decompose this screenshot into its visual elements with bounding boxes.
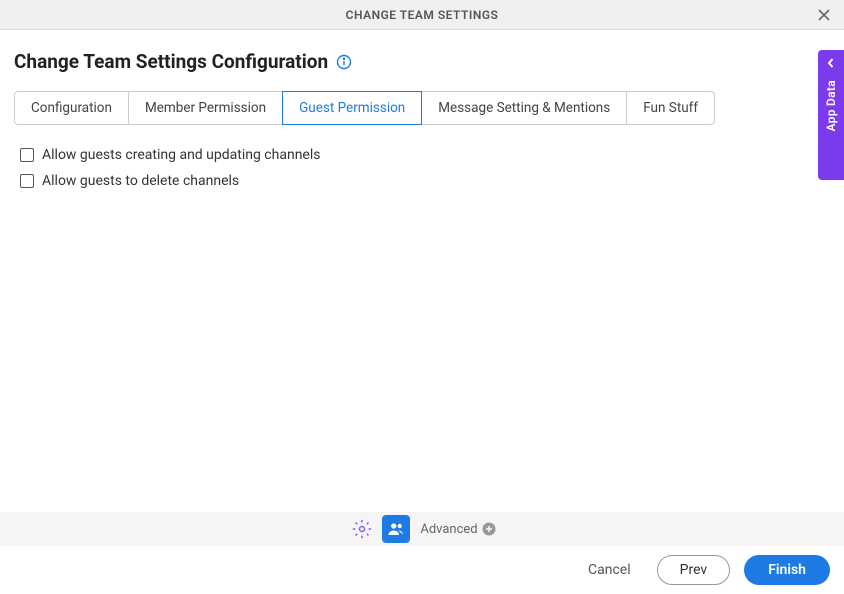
- tab-list: Configuration Member Permission Guest Pe…: [14, 91, 830, 125]
- tab-message-setting[interactable]: Message Setting & Mentions: [421, 91, 627, 125]
- gear-icon: [352, 519, 372, 539]
- modal-header: CHANGE TEAM SETTINGS: [0, 0, 844, 30]
- settings-gear-button[interactable]: [348, 515, 376, 543]
- footer-actions: Cancel Prev Finish: [0, 546, 844, 594]
- page-title: Change Team Settings Configuration: [14, 50, 328, 73]
- tab-configuration[interactable]: Configuration: [14, 91, 129, 125]
- cancel-button[interactable]: Cancel: [576, 556, 643, 584]
- checkbox-allow-delete[interactable]: [20, 174, 34, 188]
- close-button[interactable]: [816, 7, 832, 23]
- checkbox-row-allow-delete: Allow guests to delete channels: [14, 173, 830, 189]
- tab-member-permission[interactable]: Member Permission: [128, 91, 283, 125]
- app-data-panel-toggle[interactable]: App Data: [818, 50, 844, 180]
- modal-title: CHANGE TEAM SETTINGS: [346, 8, 499, 22]
- plus-circle-icon: [482, 522, 496, 536]
- people-button[interactable]: [382, 515, 410, 543]
- bottom-toolbar: Advanced: [0, 512, 844, 546]
- advanced-button[interactable]: Advanced: [420, 522, 495, 537]
- checkbox-label: Allow guests creating and updating chann…: [42, 147, 320, 163]
- checkbox-label: Allow guests to delete channels: [42, 173, 239, 189]
- people-icon: [387, 520, 405, 538]
- content-area: Change Team Settings Configuration Confi…: [0, 30, 844, 189]
- chevron-left-icon: [826, 58, 836, 68]
- prev-button[interactable]: Prev: [657, 555, 731, 585]
- checkbox-row-allow-create-update: Allow guests creating and updating chann…: [14, 147, 830, 163]
- app-data-label: App Data: [824, 80, 838, 131]
- finish-button[interactable]: Finish: [744, 555, 830, 585]
- close-icon: [817, 8, 831, 22]
- tab-guest-permission[interactable]: Guest Permission: [282, 91, 422, 125]
- page-title-row: Change Team Settings Configuration: [14, 50, 830, 73]
- info-icon[interactable]: [336, 54, 352, 70]
- tab-fun-stuff[interactable]: Fun Stuff: [626, 91, 715, 125]
- checkbox-allow-create-update[interactable]: [20, 148, 34, 162]
- advanced-label-text: Advanced: [420, 522, 477, 537]
